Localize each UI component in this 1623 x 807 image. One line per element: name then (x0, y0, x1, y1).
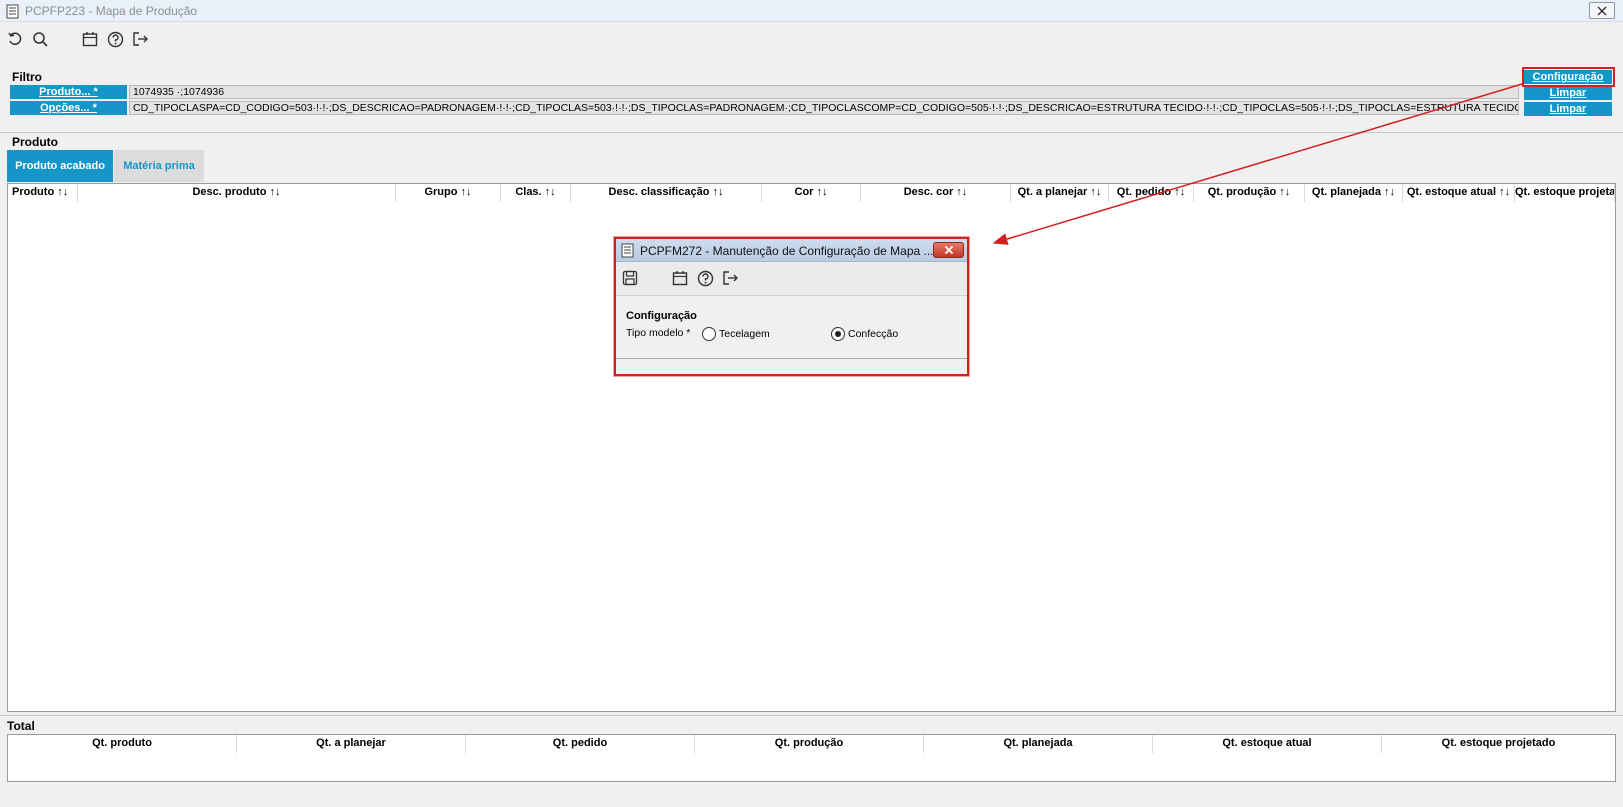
calendar-icon[interactable] (671, 269, 689, 287)
close-icon (1597, 6, 1607, 15)
radio-confeccao-label[interactable]: Confecção (848, 328, 898, 340)
document-icon (621, 243, 634, 261)
dialog-footer-divider (616, 358, 967, 359)
divider (0, 132, 1623, 133)
window-titlebar: PCPFP223 - Mapa de Produção (0, 0, 1623, 22)
produto-grid-header: Produto ↑↓ Desc. produto ↑↓ Grupo ↑↓ Cla… (8, 184, 1615, 202)
dialog-close-button[interactable] (933, 242, 964, 258)
radio-tecelagem-label[interactable]: Tecelagem (719, 328, 770, 340)
total-col-qt-producao: Qt. produção (695, 735, 924, 753)
configuracao-highlight (1522, 67, 1615, 87)
dialog-title: PCPFM272 - Manutenção de Configuração de… (640, 244, 934, 258)
col-desc-cor[interactable]: Desc. cor ↑↓ (861, 184, 1011, 202)
main-toolbar (0, 22, 1623, 54)
document-icon (6, 4, 19, 22)
filter-panel: Filtro Produto... * 1074935 ·;1074936 Op… (6, 66, 1617, 124)
total-col-qt-planejada: Qt. planejada (924, 735, 1153, 753)
dialog-section-title: Configuração (626, 310, 697, 322)
col-qt-pedido[interactable]: Qt. pedido ↑↓ (1109, 184, 1194, 202)
opcoes-lookup-button[interactable]: Opções... * (10, 101, 127, 115)
window-close-button[interactable] (1589, 2, 1615, 19)
col-clas[interactable]: Clas. ↑↓ (501, 184, 571, 202)
produto-title: Produto (12, 135, 58, 149)
total-col-qt-a-planejar: Qt. a planejar (237, 735, 466, 753)
produto-field[interactable]: 1074935 ·;1074936 (129, 85, 1519, 99)
opcoes-field[interactable]: CD_TIPOCLASPA=CD_CODIGO=503·!·!·;DS_DESC… (129, 101, 1519, 115)
exit-icon[interactable] (721, 269, 739, 287)
radio-confeccao[interactable] (831, 327, 845, 341)
search-icon[interactable] (31, 30, 49, 48)
tipo-modelo-label: Tipo modelo * (626, 327, 691, 339)
undo-icon[interactable] (6, 30, 24, 48)
dialog-titlebar: PCPFM272 - Manutenção de Configuração de… (616, 239, 967, 262)
save-icon[interactable] (621, 269, 639, 287)
col-grupo[interactable]: Grupo ↑↓ (396, 184, 501, 202)
produto-lookup-button[interactable]: Produto... * (10, 85, 127, 99)
col-desc-produto[interactable]: Desc. produto ↑↓ (78, 184, 396, 202)
config-dialog: PCPFM272 - Manutenção de Configuração de… (614, 237, 969, 376)
tab-produto-acabado[interactable]: Produto acabado (7, 150, 113, 182)
total-grid: Qt. produto Qt. a planejar Qt. pedido Qt… (7, 734, 1616, 782)
total-col-qt-pedido: Qt. pedido (466, 735, 695, 753)
col-produto[interactable]: Produto ↑↓ (8, 184, 78, 202)
tab-materia-prima[interactable]: Matéria prima (114, 150, 204, 182)
radio-tecelagem[interactable] (702, 327, 716, 341)
col-qt-producao[interactable]: Qt. produção ↑↓ (1194, 184, 1305, 202)
total-title: Total (7, 719, 35, 733)
col-qt-estoque-projetado[interactable]: Qt. estoque projetado ↑↓ (1515, 184, 1615, 202)
limpar-opcoes-button[interactable]: Limpar (1524, 102, 1612, 116)
col-cor[interactable]: Cor ↑↓ (762, 184, 861, 202)
col-qt-a-planejar[interactable]: Qt. a planejar ↑↓ (1011, 184, 1109, 202)
total-col-qt-estoque-atual: Qt. estoque atual (1153, 735, 1382, 753)
calendar-icon[interactable] (81, 30, 99, 48)
col-qt-planejada[interactable]: Qt. planejada ↑↓ (1305, 184, 1403, 202)
close-icon (944, 245, 953, 255)
window-title: PCPFP223 - Mapa de Produção (25, 4, 198, 18)
dialog-toolbar (616, 262, 967, 296)
total-col-qt-produto: Qt. produto (8, 735, 237, 753)
help-icon[interactable] (106, 30, 124, 48)
exit-icon[interactable] (131, 30, 149, 48)
total-col-qt-estoque-projetado: Qt. estoque projetado (1441, 737, 1556, 749)
col-qt-estoque-atual[interactable]: Qt. estoque atual ↑↓ (1403, 184, 1515, 202)
divider (0, 715, 1623, 716)
filter-title: Filtro (12, 70, 42, 84)
help-icon[interactable] (696, 269, 714, 287)
dialog-spacer (616, 296, 967, 309)
limpar-produto-button[interactable]: Limpar (1524, 86, 1612, 100)
total-grid-header: Qt. produto Qt. a planejar Qt. pedido Qt… (8, 735, 1615, 753)
col-desc-classificacao[interactable]: Desc. classificação ↑↓ (571, 184, 762, 202)
